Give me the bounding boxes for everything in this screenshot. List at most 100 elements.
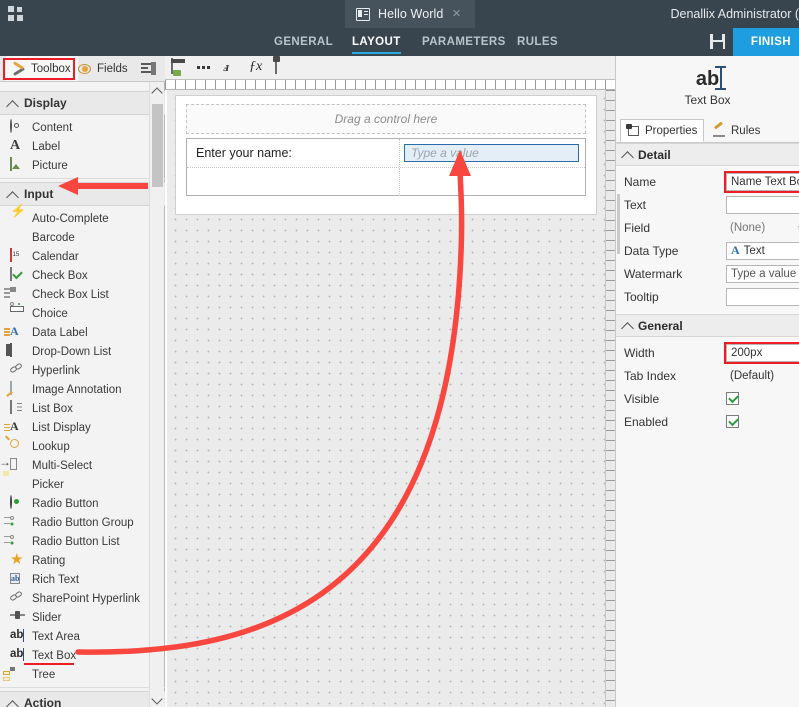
- table-row[interactable]: [187, 168, 585, 196]
- ab-cursor-icon: ab: [695, 66, 727, 90]
- toolbox-item-radio-button-list[interactable]: Radio Button List: [0, 532, 165, 551]
- tab-parameters[interactable]: PARAMETERS: [422, 28, 506, 56]
- calendar-icon: [10, 248, 12, 262]
- data-type-dropdown[interactable]: A Text: [726, 241, 799, 260]
- properties-scrollbar[interactable]: [616, 144, 621, 474]
- toolbox-item-slider[interactable]: Slider: [0, 608, 165, 627]
- app-menu-waffle-icon[interactable]: [8, 6, 24, 22]
- document-tab[interactable]: Hello World ×: [345, 0, 475, 28]
- toolbox-item-choice[interactable]: Choice: [0, 304, 165, 323]
- table-row[interactable]: Enter your name: Type a value: [187, 139, 585, 168]
- close-icon[interactable]: ×: [450, 6, 463, 21]
- paste-icon[interactable]: [275, 57, 295, 77]
- star-icon: ★: [10, 551, 24, 568]
- toolbox-list: Display Content A Label Picture Input Au…: [0, 82, 165, 707]
- text-input[interactable]: [726, 195, 799, 214]
- toolbox-item-radio-button[interactable]: Radio Button: [0, 494, 165, 513]
- property-label: Visible: [624, 391, 660, 406]
- properties-content: Detail Name Name Text Bo, Text Field (No…: [616, 143, 799, 433]
- form-design-surface[interactable]: Drag a control here Enter your name: Typ…: [167, 90, 605, 707]
- properties-section-detail[interactable]: Detail: [616, 143, 799, 166]
- toolbox-item-text-box[interactable]: ab Text Box: [0, 646, 165, 665]
- table-cell-control[interactable]: Type a value: [399, 139, 585, 167]
- toolbox-item-check-box-list[interactable]: Check Box List: [0, 285, 165, 304]
- toolbox-item-hyperlink[interactable]: Hyperlink: [0, 361, 165, 380]
- toolbox-item-tree[interactable]: Tree: [0, 665, 165, 684]
- title-bar: Hello World × Denallix Administrator (: [0, 0, 799, 28]
- toolbox-item-multi-select[interactable]: Multi-Select: [0, 456, 165, 475]
- fields-icon: [78, 62, 92, 76]
- more-options-icon[interactable]: [197, 59, 217, 77]
- property-label: Field: [624, 220, 651, 235]
- toolbox-item-data-label[interactable]: Data Label: [0, 323, 165, 342]
- horizontal-ruler: [165, 80, 615, 90]
- toolbox-panel-tabs: Toolbox Fields: [0, 56, 165, 82]
- tab-rules-label: Rules: [731, 124, 761, 137]
- tab-general[interactable]: GENERAL: [274, 28, 333, 56]
- picture-icon: [10, 157, 12, 171]
- toolbox-item-content[interactable]: Content: [0, 118, 165, 137]
- tab-index-input[interactable]: (Default): [726, 366, 799, 385]
- toolbox-item-sharepoint-hyperlink[interactable]: SharePoint Hyperlink: [0, 589, 165, 608]
- toolbox-item-barcode[interactable]: Barcode: [0, 228, 165, 247]
- field-picker[interactable]: (None) ⋯: [726, 218, 799, 237]
- visible-checkbox[interactable]: [726, 392, 739, 405]
- toolbox-item-drop-down-list[interactable]: Drop-Down List: [0, 342, 165, 361]
- toolbox-item-label[interactable]: A Label: [0, 137, 165, 156]
- tab-list-view[interactable]: [136, 56, 160, 81]
- toolbox-item-check-box[interactable]: Check Box: [0, 266, 165, 285]
- tab-rules[interactable]: Rules: [706, 119, 772, 142]
- tooltip-input[interactable]: [726, 287, 799, 306]
- watermark-input[interactable]: Type a value: [726, 264, 799, 283]
- tab-rules[interactable]: RULES: [517, 28, 558, 56]
- table-cell-control[interactable]: [399, 168, 585, 196]
- toolbox-item-rating[interactable]: ★ Rating: [0, 551, 165, 570]
- toolbox-item-image-annotation[interactable]: Image Annotation: [0, 380, 165, 399]
- table-cell-label[interactable]: [187, 168, 399, 196]
- tab-properties-label: Properties: [645, 124, 698, 137]
- properties-panel-header: ab Text Box: [616, 56, 799, 119]
- toolbox-item-picture[interactable]: Picture: [0, 156, 165, 175]
- toolbox-item-text-area[interactable]: ab Text Area: [0, 627, 165, 646]
- insert-control-icon[interactable]: [171, 57, 191, 77]
- property-row-text: Text: [616, 193, 799, 216]
- property-row-width: Width 200px: [616, 341, 799, 364]
- function-icon[interactable]: ƒx: [249, 59, 269, 77]
- toolbox-item-auto-complete[interactable]: Auto-Complete: [0, 209, 165, 228]
- toolbox-item-picker[interactable]: Picker: [0, 475, 165, 494]
- toolbox-item-calendar[interactable]: Calendar: [0, 247, 165, 266]
- tab-fields[interactable]: Fields: [78, 56, 130, 81]
- property-row-watermark: Watermark Type a value: [616, 262, 799, 285]
- property-label: Tooltip: [624, 289, 659, 304]
- enabled-checkbox[interactable]: [726, 415, 739, 428]
- rich-text-icon: ab: [10, 573, 21, 584]
- toolbox-section-action[interactable]: Action: [0, 691, 165, 707]
- save-button[interactable]: [709, 33, 727, 51]
- toolbox-section-display[interactable]: Display: [0, 91, 165, 115]
- toolbox-item-list-display[interactable]: List Display: [0, 418, 165, 437]
- cut-transition-icon[interactable]: ⅎ: [223, 59, 243, 77]
- toolbox-item-lookup[interactable]: Lookup: [0, 437, 165, 456]
- ab-cursor-icon: ab: [10, 648, 24, 660]
- properties-section-general[interactable]: General: [616, 314, 799, 337]
- letter-a-icon: A: [10, 138, 21, 153]
- properties-section-detail-label: Detail: [638, 147, 671, 162]
- toolbox-scrollbar[interactable]: [149, 82, 164, 707]
- toolbox-item-list-box[interactable]: List Box: [0, 399, 165, 418]
- tab-layout[interactable]: LAYOUT: [352, 28, 401, 56]
- toolbox-item-rich-text[interactable]: ab Rich Text: [0, 570, 165, 589]
- drop-zone[interactable]: Drag a control here: [186, 104, 586, 134]
- toolbox-item-radio-button-group[interactable]: Radio Button Group: [0, 513, 165, 532]
- property-row-visible: Visible: [616, 387, 799, 410]
- scrollbar-thumb[interactable]: [152, 104, 163, 187]
- radio-icon: [10, 495, 12, 509]
- text-box-control[interactable]: Type a value: [404, 144, 579, 162]
- user-label[interactable]: Denallix Administrator (: [670, 0, 799, 28]
- field-picker-value: (None): [730, 221, 766, 234]
- finish-button[interactable]: FINISH: [732, 28, 799, 56]
- tab-properties[interactable]: Properties: [620, 119, 704, 142]
- scroll-up-button[interactable]: [150, 82, 164, 98]
- scroll-down-button[interactable]: [150, 691, 164, 707]
- property-label: Name: [624, 174, 657, 189]
- table-cell-label[interactable]: Enter your name:: [187, 139, 399, 167]
